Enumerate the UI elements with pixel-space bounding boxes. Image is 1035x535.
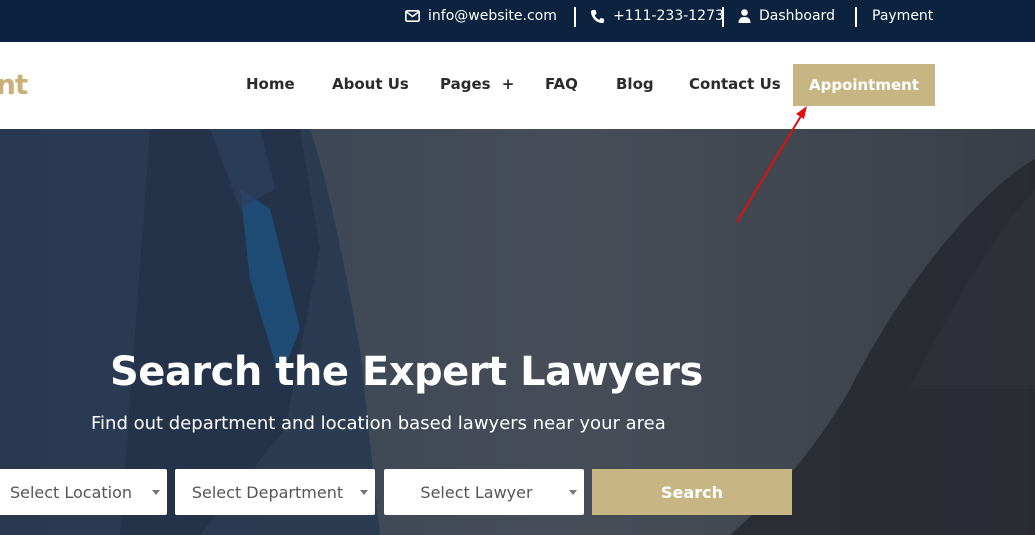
chevron-down-icon — [360, 489, 368, 495]
location-select[interactable]: Select Location — [0, 469, 167, 515]
lawyer-select[interactable]: Select Lawyer — [384, 469, 584, 515]
hero-title: Search the Expert Lawyers — [110, 349, 703, 395]
divider — [855, 7, 857, 27]
nav-pages-label: Pages — [440, 75, 491, 93]
nav-contact[interactable]: Contact Us — [689, 75, 781, 93]
plus-icon: + — [501, 75, 515, 93]
nav-blog[interactable]: Blog — [616, 75, 654, 93]
hero-subtitle: Find out department and location based l… — [91, 413, 666, 434]
email-text: info@website.com — [428, 8, 557, 24]
user-icon — [738, 9, 751, 23]
nav-pages[interactable]: Pages + — [440, 75, 514, 93]
payment-link[interactable]: Payment — [872, 0, 933, 32]
divider — [722, 7, 724, 27]
nav-about[interactable]: About Us — [332, 75, 409, 93]
hero-section: Search the Expert Lawyers Find out depar… — [0, 129, 1035, 535]
department-select[interactable]: Select Department — [175, 469, 375, 515]
main-header: nt Home About Us Pages + FAQ Blog Contac… — [0, 42, 1035, 129]
divider — [574, 7, 576, 27]
lawyer-select-label: Select Lawyer — [420, 482, 533, 502]
phone-icon — [590, 9, 605, 23]
nav-faq[interactable]: FAQ — [545, 75, 578, 93]
email-link[interactable]: info@website.com — [405, 0, 557, 32]
nav-home[interactable]: Home — [246, 75, 295, 93]
department-select-label: Select Department — [191, 482, 344, 502]
dashboard-link[interactable]: Dashboard — [738, 0, 835, 32]
chevron-down-icon — [569, 489, 577, 495]
appointment-button[interactable]: Appointment — [793, 64, 935, 106]
envelope-icon — [405, 10, 420, 22]
chevron-down-icon — [152, 489, 160, 495]
phone-text: +111-233-1273 — [613, 8, 724, 24]
phone-link[interactable]: +111-233-1273 — [590, 0, 724, 32]
top-bar: info@website.com +111-233-1273 Dashboard… — [0, 0, 1035, 42]
site-logo[interactable]: nt — [0, 68, 28, 101]
dashboard-text: Dashboard — [759, 8, 835, 24]
payment-text: Payment — [872, 8, 934, 24]
location-select-label: Select Location — [9, 482, 133, 502]
search-button[interactable]: Search — [592, 469, 792, 515]
